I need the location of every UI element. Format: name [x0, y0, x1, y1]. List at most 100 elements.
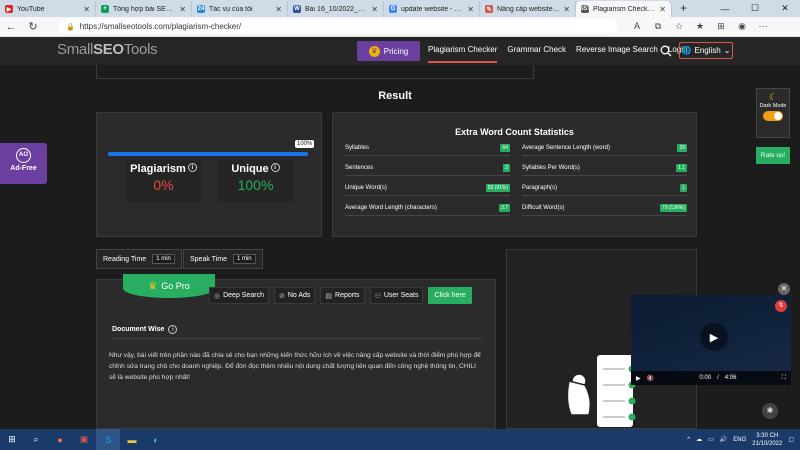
favorite-icon[interactable]: ☆	[672, 21, 686, 32]
play-button[interactable]: ▶	[700, 323, 728, 351]
reports-icon: ▤	[325, 292, 333, 300]
browser-tab[interactable]: 24 Tác vụ của tôi ✕	[192, 1, 288, 17]
stat-row: Average Word Length (characters) 3.7	[345, 200, 510, 216]
user-icon: ⚇	[374, 292, 381, 300]
close-tab-icon[interactable]: ✕	[179, 5, 186, 14]
notification-icon[interactable]: ▢	[788, 436, 794, 443]
stat-row: Sentences 2	[345, 160, 510, 176]
firefox-icon[interactable]: ●	[48, 429, 72, 450]
word-count-stats-card: Extra Word Count Statistics Syllables 64 S…	[332, 112, 697, 237]
go-pro-badge[interactable]: ♛ Go Pro	[123, 274, 215, 298]
favorites-bar-icon[interactable]: ★	[693, 21, 707, 32]
stat-value: 1	[680, 183, 687, 192]
stat-value: 79 (136%)	[659, 203, 687, 212]
rate-us-button[interactable]: Rate us!	[756, 147, 790, 164]
close-tab-icon[interactable]: ✕	[659, 5, 666, 14]
file-explorer-icon[interactable]: ▬	[120, 429, 144, 450]
logo-part-small: Small	[57, 41, 94, 58]
stat-label: Syllables	[345, 144, 370, 151]
site-logo[interactable]: SmallSEOTools	[57, 41, 158, 58]
browser-tab[interactable]: + Tổng hợp bài SEO - Go✕	[96, 1, 192, 17]
new-tab-button[interactable]: +	[680, 1, 687, 15]
feature-label: No Ads	[287, 292, 311, 299]
info-icon[interactable]: i	[168, 325, 178, 334]
address-bar: ← ↻ 🔒 https://smallseotools.com/plagiari…	[0, 17, 800, 37]
language-indicator[interactable]: ENG	[733, 437, 746, 443]
battery-icon[interactable]: ▭	[708, 436, 714, 443]
dark-mode-toggle[interactable]	[763, 111, 783, 121]
checklist-illustration	[566, 355, 636, 428]
windows-start-icon[interactable]: ⊞	[0, 429, 24, 450]
feature-no-ads: ⊘ No Ads	[273, 287, 316, 304]
close-tab-icon[interactable]: ✕	[467, 5, 474, 14]
tab-label: Bài 16_10/2022_Conte	[305, 5, 368, 13]
collections-icon[interactable]: ⊞	[714, 21, 728, 32]
clock-time: 3:30 CH	[756, 432, 779, 439]
close-tab-icon[interactable]: ✕	[371, 5, 378, 14]
clock[interactable]: 3:30 CH 21/10/2022	[752, 432, 782, 448]
browser-tab[interactable]: Gupdate website - Goo ✕	[384, 1, 480, 17]
tab-icon[interactable]: ⧉	[651, 21, 665, 32]
info-icon[interactable]: i	[187, 163, 197, 172]
click-here-button[interactable]: Click here	[428, 287, 472, 304]
stat-value: 29	[677, 143, 687, 152]
read-aloud-icon[interactable]: A	[630, 21, 644, 32]
stat-value: 1.1	[676, 163, 687, 172]
nav-grammar-check[interactable]: Grammar Check	[507, 45, 566, 63]
fullscreen-icon[interactable]: ⛶	[782, 375, 786, 382]
info-icon[interactable]: i	[270, 163, 280, 172]
volume-icon[interactable]: 🔊	[720, 436, 727, 443]
edge-icon[interactable]: ◐	[144, 429, 168, 450]
browser-tab[interactable]: ▶ YouTube ✕	[0, 1, 96, 17]
feature-deep-search: ◎ Deep Search	[209, 287, 269, 304]
bug-report-icon[interactable]: ✱	[762, 403, 778, 419]
nav-reverse-image-search[interactable]: Reverse Image Search	[576, 45, 658, 63]
video-current-time: 0:00	[699, 375, 712, 381]
search-icon[interactable]: ⌕	[24, 429, 48, 450]
crown-icon: ♛	[368, 45, 380, 57]
document-text: Như vậy, bài viết trên phần nào đã chia …	[109, 352, 481, 381]
progress-percent: 100%	[295, 140, 315, 148]
search-icon[interactable]	[660, 45, 672, 57]
nav-plagiarism-checker[interactable]: Plagiarism Checker	[428, 45, 498, 63]
video-controls: ▶ 🔇 0:00 / 4:06 ⛶	[631, 371, 791, 385]
browser-tab[interactable]: SST Plagiarism Checker - ✕	[576, 1, 672, 17]
maximize-button[interactable]: ☐	[740, 3, 770, 14]
unique-label: Unique	[231, 163, 269, 175]
stat-label: Paragraph(s)	[522, 184, 558, 191]
close-video-icon[interactable]: ✕	[778, 283, 790, 295]
app-icon[interactable]: ▣	[72, 429, 96, 450]
skype-icon[interactable]: S	[96, 429, 120, 450]
browser-tab[interactable]: ✎ Nâng cấp website là g ✕	[480, 1, 576, 17]
minimize-button[interactable]: —	[710, 4, 740, 14]
stat-row: Unique Word(s) 53 (91%)	[345, 180, 510, 196]
input-panel-edge	[96, 65, 534, 79]
ad-free-button[interactable]: AO Ad-Free	[0, 143, 47, 184]
stat-label: Syllables Per Word(s)	[522, 164, 580, 171]
close-tab-icon[interactable]: ✕	[83, 5, 90, 14]
tab-label: Tổng hợp bài SEO - Go	[113, 5, 176, 13]
speak-time: Speak Time 1 min	[183, 249, 263, 269]
back-button[interactable]: ←	[0, 21, 22, 33]
language-selector[interactable]: 🌐 English ⌄	[679, 42, 733, 59]
refresh-button[interactable]: ↻	[22, 20, 44, 33]
plagiarism-score-box: Plagiarism i 0%	[126, 160, 201, 202]
mute-icon[interactable]: 🔇	[647, 375, 654, 382]
profile-icon[interactable]: ◉	[735, 21, 749, 32]
video-player[interactable]: ↯ ▶ ▶ 🔇 0:00 / 4:06 ⛶	[631, 295, 791, 385]
cloud-icon[interactable]: ☁	[696, 436, 702, 443]
browser-tab[interactable]: W Bài 16_10/2022_Conte✕	[288, 1, 384, 17]
video-duration: 4:06	[724, 375, 737, 381]
close-tab-icon[interactable]: ✕	[563, 5, 570, 14]
close-window-button[interactable]: ✕	[770, 3, 800, 14]
main-content: Result 100% Plagiarism i 0% Unique i 100% …	[0, 65, 800, 429]
pricing-button[interactable]: ♛ Pricing	[357, 41, 420, 61]
play-icon[interactable]: ▶	[636, 375, 641, 382]
close-tab-icon[interactable]: ✕	[275, 5, 282, 14]
unique-score-box: Unique i 100%	[218, 160, 293, 202]
chevron-up-icon[interactable]: ^	[687, 437, 690, 443]
tab-label: YouTube	[17, 5, 45, 13]
more-icon[interactable]: ⋯	[756, 21, 770, 32]
favicon-icon: 24	[197, 5, 205, 13]
url-field[interactable]: 🔒 https://smallseotools.com/plagiarism-c…	[58, 19, 618, 34]
